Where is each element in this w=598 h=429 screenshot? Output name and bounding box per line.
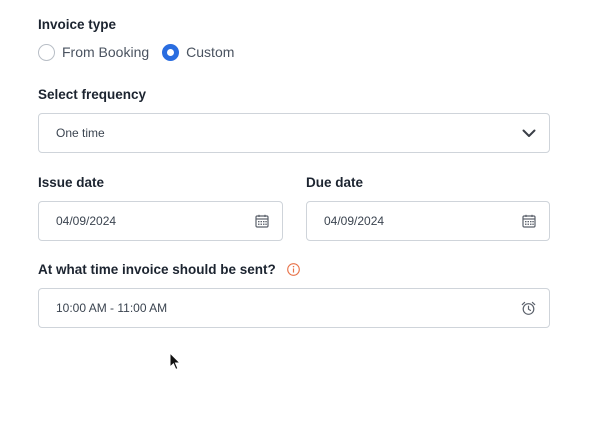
radio-checked-icon[interactable] (162, 43, 180, 61)
calendar-icon[interactable] (255, 214, 269, 228)
issue-date-field[interactable]: 04/09/2024 (38, 201, 283, 241)
chevron-down-icon[interactable] (522, 129, 536, 138)
info-icon[interactable] (286, 263, 300, 276)
radio-custom[interactable]: Custom (162, 43, 234, 61)
send-time-label: At what time invoice should be sent? (38, 262, 276, 277)
send-time-label-row: At what time invoice should be sent? (38, 262, 300, 277)
radio-custom-label[interactable]: Custom (186, 44, 234, 60)
radio-unchecked-icon[interactable] (38, 43, 55, 61)
invoice-type-label: Invoice type (38, 17, 117, 32)
radio-from-booking-label[interactable]: From Booking (62, 44, 149, 60)
alarm-clock-icon[interactable] (521, 301, 536, 316)
frequency-label: Select frequency (38, 87, 147, 102)
radio-from-booking[interactable]: From Booking (38, 43, 149, 61)
invoice-settings-form: Invoice type From Booking Custom Select … (0, 0, 598, 429)
frequency-select[interactable]: One time (38, 113, 550, 153)
calendar-icon[interactable] (522, 214, 536, 228)
send-time-value: 10:00 AM - 11:00 AM (56, 301, 168, 315)
issue-date-value: 04/09/2024 (56, 214, 117, 228)
issue-date-label: Issue date (38, 175, 105, 190)
due-date-label: Due date (306, 175, 364, 190)
frequency-value: One time (56, 126, 105, 140)
due-date-value: 04/09/2024 (324, 214, 385, 228)
invoice-type-radio-group: From Booking Custom (38, 43, 234, 61)
mouse-cursor-icon (169, 351, 182, 376)
due-date-field[interactable]: 04/09/2024 (306, 201, 550, 241)
send-time-field[interactable]: 10:00 AM - 11:00 AM (38, 288, 550, 328)
